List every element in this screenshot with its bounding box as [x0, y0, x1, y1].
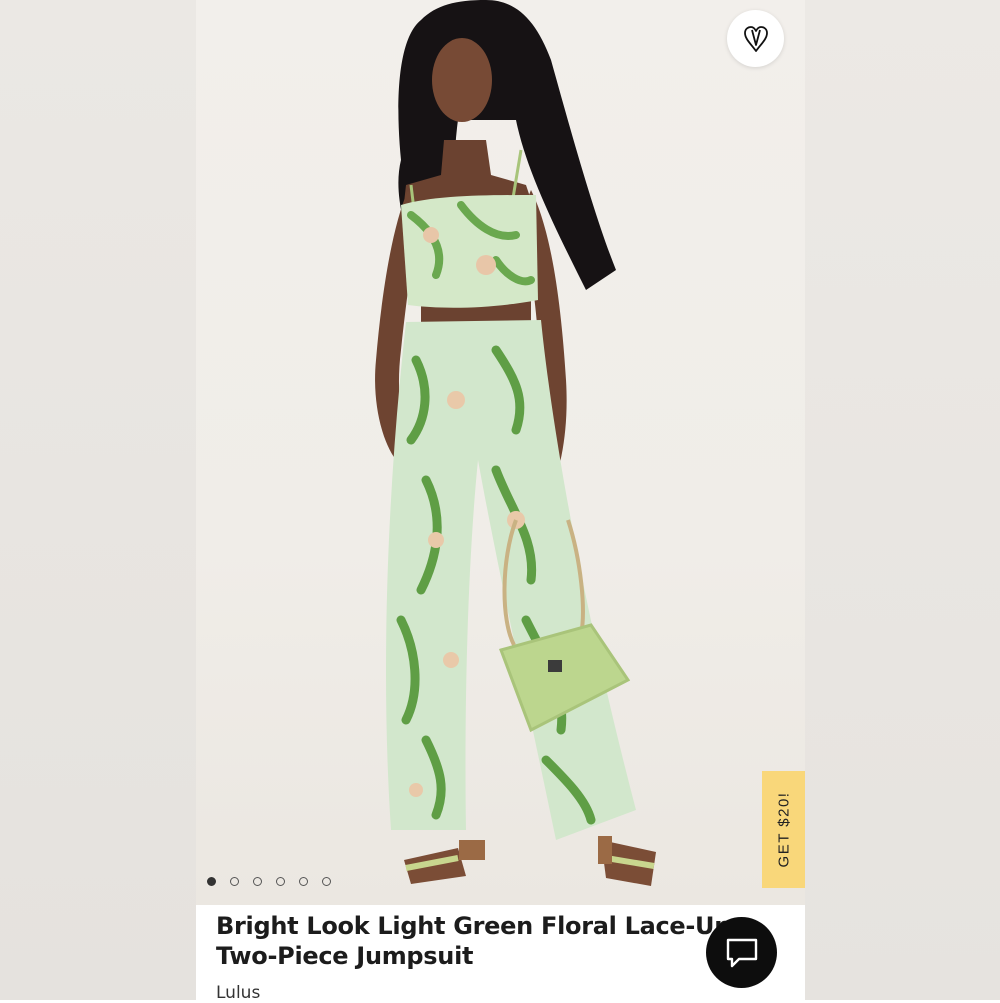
- gallery-dot[interactable]: [322, 877, 331, 886]
- promo-label: GET $20!: [775, 791, 792, 868]
- chat-bubble-icon: [726, 938, 757, 967]
- heart-icon: [743, 25, 768, 52]
- left-backdrop: [0, 0, 196, 1000]
- model-illustration: [375, 0, 656, 886]
- gallery-dot[interactable]: [253, 877, 262, 886]
- product-title: Bright Look Light Green Floral Lace-Up T…: [216, 912, 732, 970]
- gallery-dot[interactable]: [276, 877, 285, 886]
- product-image[interactable]: [196, 0, 805, 905]
- chat-button[interactable]: [706, 917, 777, 988]
- gallery-dot[interactable]: [299, 877, 308, 886]
- gallery-pagination: [207, 877, 331, 886]
- product-brand[interactable]: Lulus: [216, 983, 260, 1003]
- promo-tab[interactable]: GET $20!: [762, 771, 805, 888]
- right-backdrop: [805, 0, 1000, 1000]
- favorite-button[interactable]: [727, 10, 784, 67]
- gallery-dot[interactable]: [207, 877, 216, 886]
- gallery-dot[interactable]: [230, 877, 239, 886]
